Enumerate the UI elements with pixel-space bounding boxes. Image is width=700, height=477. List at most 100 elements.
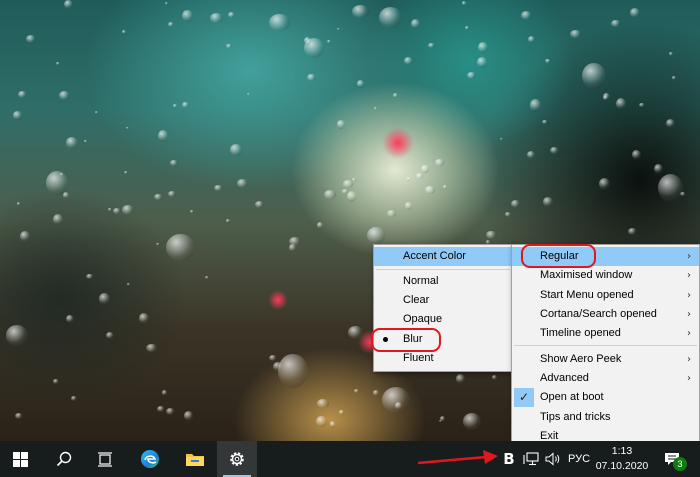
edge-app-button[interactable] (130, 441, 170, 477)
raindrop (84, 140, 88, 143)
menu-item-label: Opaque (403, 313, 443, 325)
network-icon (523, 452, 539, 466)
raindrop (467, 72, 476, 80)
menu-item-label: Advanced (540, 372, 589, 384)
menu-separator (514, 345, 697, 346)
task-view-button[interactable] (85, 441, 125, 477)
raindrop (98, 293, 111, 305)
raindrop (336, 27, 341, 31)
raindrop (379, 7, 403, 29)
raindrop (230, 144, 242, 156)
raindrop (405, 201, 413, 210)
raindrop (336, 120, 346, 129)
menu-item-maximised-window[interactable]: Maximised window › (512, 266, 699, 285)
raindrop (165, 407, 175, 416)
raindrop (528, 35, 536, 44)
raindrop (237, 179, 248, 188)
search-button[interactable] (44, 441, 84, 477)
menu-item-advanced[interactable]: Advanced › (512, 369, 699, 388)
raindrop (316, 415, 328, 428)
radio-bullet-icon (383, 337, 388, 342)
raindrop (18, 91, 27, 98)
menu-item-opaque[interactable]: Opaque (374, 310, 512, 329)
raindrop (439, 415, 446, 423)
chevron-right-icon: › (687, 270, 691, 281)
raindrop (329, 421, 336, 428)
raindrop (455, 373, 465, 384)
raindrop (278, 354, 308, 388)
raindrop (52, 214, 63, 225)
raindrop (168, 21, 175, 27)
menu-item-show-aero-peek[interactable]: Show Aero Peek › (512, 350, 699, 369)
chevron-right-icon: › (687, 290, 691, 301)
raindrop (182, 10, 193, 23)
menu-item-label: Clear (403, 294, 430, 306)
clock-date: 07.10.2020 (595, 460, 649, 472)
raindrop (631, 150, 642, 161)
raindrop (672, 76, 676, 81)
raindrop (5, 325, 29, 346)
menu-item-regular[interactable]: Regular › (512, 247, 699, 266)
checkmark-icon: ✓ (514, 388, 534, 407)
raindrop (406, 176, 411, 181)
menu-item-label: Show Aero Peek (540, 353, 622, 365)
menu-item-clear[interactable]: Clear (374, 291, 512, 310)
raindrop (156, 243, 160, 246)
raindrop (627, 228, 637, 236)
raindrop (317, 399, 330, 408)
raindrop (616, 98, 627, 111)
raindrop (427, 42, 435, 48)
raindrop (464, 25, 470, 30)
raindrop (16, 202, 21, 206)
raindrop (611, 20, 621, 27)
chevron-right-icon: › (687, 328, 691, 339)
menu-item-normal[interactable]: Normal (374, 272, 512, 291)
raindrop (526, 150, 535, 159)
raindrop (157, 129, 169, 142)
menu-item-fluent[interactable]: Fluent (374, 349, 512, 368)
chevron-right-icon: › (687, 251, 691, 262)
raindrop (372, 389, 380, 396)
raindrop (226, 219, 231, 224)
raindrop (542, 197, 554, 207)
raindrop (56, 61, 61, 66)
menu-item-start-menu-opened[interactable]: Start Menu opened › (512, 286, 699, 305)
file-explorer-app-button[interactable] (175, 441, 215, 477)
volume-tray-button[interactable] (543, 441, 563, 477)
raindrop (146, 343, 158, 353)
raindrop (351, 4, 369, 19)
windows-logo-icon (12, 451, 28, 467)
start-button[interactable] (0, 441, 40, 477)
menu-item-timeline-opened[interactable]: Timeline opened › (512, 324, 699, 343)
raindrop (123, 171, 128, 175)
raindrop (356, 80, 365, 88)
network-tray-button[interactable] (521, 441, 541, 477)
raindrop (169, 159, 178, 167)
menu-item-tips-and-tricks[interactable]: Tips and tricks (512, 408, 699, 427)
raindrop (669, 51, 673, 56)
raindrop (486, 230, 497, 240)
menu-item-open-at-boot[interactable]: ✓ Open at boot (512, 388, 699, 407)
raindrop (477, 42, 488, 53)
translucenttb-tray-button[interactable]: B (499, 441, 519, 477)
notification-count-badge: 3 (673, 457, 687, 471)
menu-item-label: Timeline opened (540, 327, 621, 339)
menu-item-label: Accent Color (403, 250, 466, 262)
system-clock[interactable]: 1:13 07.10.2020 (594, 444, 650, 474)
raindrop (520, 10, 532, 20)
raindrop (63, 192, 70, 199)
settings-app-button[interactable] (217, 441, 257, 477)
raindrop (658, 173, 684, 202)
menu-item-accent-color[interactable]: Accent Color (374, 247, 512, 266)
menu-item-label: Tips and tricks (540, 411, 611, 423)
raindrop (166, 233, 195, 262)
raindrop (639, 102, 646, 108)
raindrop (317, 222, 324, 229)
raindrop (228, 11, 235, 19)
input-language-indicator[interactable]: РУС (566, 441, 592, 477)
raindrop (346, 190, 357, 202)
menu-item-cortana-search-opened[interactable]: Cortana/Search opened › (512, 305, 699, 324)
raindrop (424, 185, 435, 194)
menu-item-blur[interactable]: Blur (374, 330, 512, 349)
raindrop (323, 189, 336, 199)
